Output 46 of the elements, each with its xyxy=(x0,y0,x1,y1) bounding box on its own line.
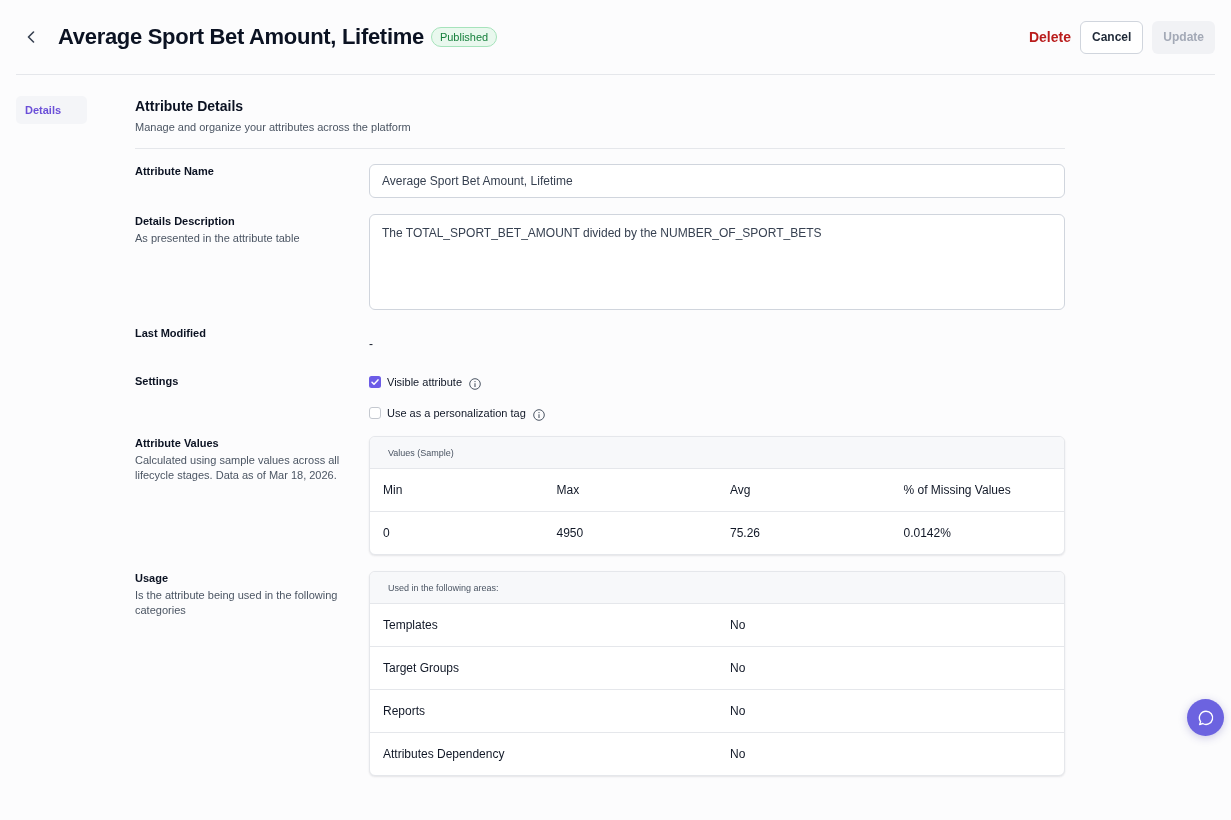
field-label: Attribute Values xyxy=(135,436,219,450)
info-icon[interactable] xyxy=(532,408,545,421)
checkbox-label: Use as a personalization tag xyxy=(387,407,526,419)
last-modified-value: - xyxy=(369,337,373,351)
column-header: Avg xyxy=(730,483,751,497)
table-caption: Values (Sample) xyxy=(388,447,454,458)
usage-area: Reports xyxy=(383,704,426,718)
usage-value: No xyxy=(730,661,746,675)
field-label: Details Description xyxy=(135,214,235,228)
field-label: Settings xyxy=(135,374,179,388)
table-caption: Used in the following areas: xyxy=(388,582,499,593)
sidebar-item[interactable]: Details xyxy=(16,96,87,124)
chat-button[interactable] xyxy=(1187,699,1224,736)
cancel-button[interactable]: Cancel xyxy=(1079,20,1144,54)
text-input[interactable]: Average Sport Bet Amount, Lifetime xyxy=(369,164,1065,198)
description-textarea[interactable]: The TOTAL_SPORT_BET_AMOUNT divided by the NUMBER_OF_SPORT_BETS xyxy=(369,214,1065,310)
column-header: % of Missing Values xyxy=(903,483,1011,497)
chevron-left-icon xyxy=(27,31,35,43)
table-cell: 4950 xyxy=(556,526,584,540)
table-cell: 75.26 xyxy=(730,526,761,540)
usage-area: Target Groups xyxy=(383,661,460,675)
info-icon[interactable] xyxy=(469,377,481,390)
usage-value: No xyxy=(730,747,746,761)
usage-area: Attributes Dependency xyxy=(383,747,505,761)
checkbox-label: Visible attribute xyxy=(387,376,462,388)
table-cell: 0 xyxy=(383,526,390,540)
section-title: Attribute Details xyxy=(135,97,245,116)
column-header: Min xyxy=(383,483,403,497)
page-title: Average Sport Bet Amount, Lifetime xyxy=(58,24,424,50)
field-hint: Is the attribute being used in the following categories xyxy=(135,588,339,618)
chat-bubble-icon xyxy=(1196,708,1215,727)
delete-button[interactable]: Delete xyxy=(1028,20,1071,54)
checkbox[interactable] xyxy=(369,376,381,388)
field-label: Attribute Name xyxy=(135,164,214,178)
usage-area: Templates xyxy=(383,618,438,632)
field-hint: Calculated using sample values across all lifecycle stages. Data as of Mar 18, 2026. xyxy=(135,453,341,483)
table-cell: 0.0142% xyxy=(903,526,951,540)
usage-value: No xyxy=(730,618,746,632)
field-hint: As presented in the attribute table xyxy=(135,231,300,246)
status-badge: Published xyxy=(430,27,498,47)
column-header: Max xyxy=(556,483,580,497)
field-label: Usage xyxy=(135,571,169,585)
field-label: Last Modified xyxy=(135,326,206,340)
checkbox[interactable] xyxy=(369,407,381,419)
section-subtitle: Manage and organize your attributes across the platform xyxy=(135,120,412,134)
usage-value: No xyxy=(730,704,746,718)
